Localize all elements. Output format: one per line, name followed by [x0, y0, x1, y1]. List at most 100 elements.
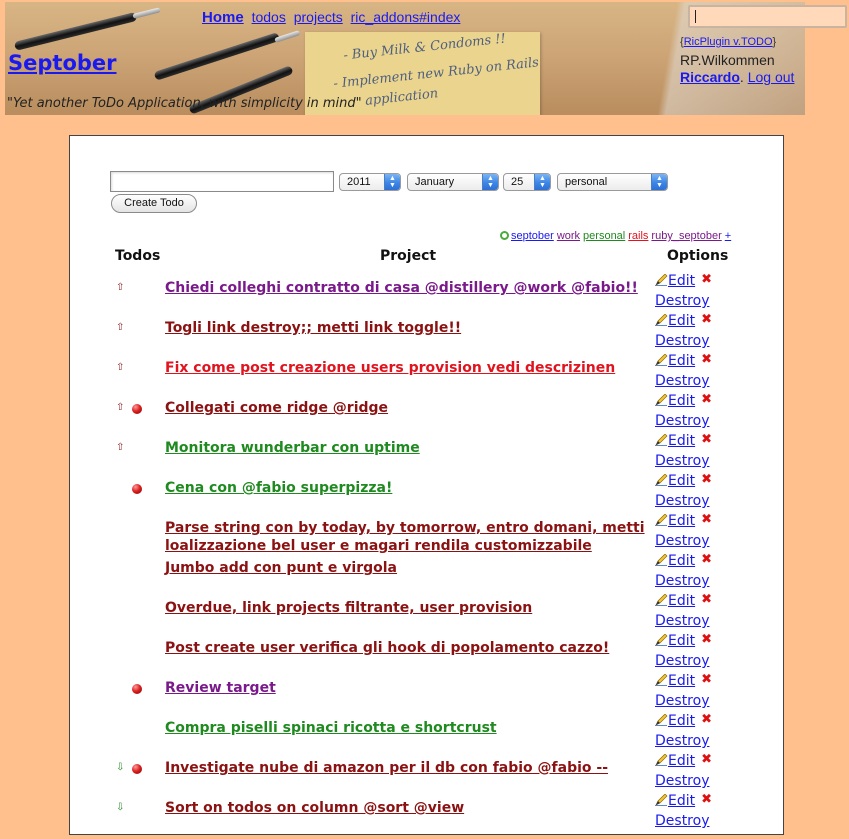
edit-link[interactable]: Edit [668, 393, 695, 409]
plugin-version: {RicPlugin v.TODO} [680, 36, 776, 48]
year-select-value: 2011 [347, 176, 371, 188]
todo-title-link[interactable]: Chiedi colleghi contratto di casa @disti… [165, 279, 650, 297]
destroy-link[interactable]: Destroy [655, 613, 709, 629]
sticky-note-line: application [364, 86, 439, 109]
user-separator: . [739, 69, 748, 85]
todo-title-link[interactable]: Compra piselli spinaci ricotta e shortcr… [165, 719, 650, 737]
search-input[interactable] [688, 5, 847, 28]
nav-home-link[interactable]: Home [202, 9, 244, 26]
destroy-link[interactable]: Destroy [655, 413, 709, 429]
pencil-icon [655, 794, 668, 806]
destroy-link[interactable]: Destroy [655, 373, 709, 389]
day-select[interactable]: 25 ▲ ▼ [503, 173, 551, 191]
delete-icon[interactable]: ✖ [701, 470, 712, 490]
delete-icon[interactable]: ✖ [701, 350, 712, 370]
create-todo-button[interactable]: Create Todo [111, 194, 197, 213]
plugin-link[interactable]: RicPlugin v.TODO [684, 36, 773, 48]
pencil-icon [655, 634, 668, 646]
select-arrows-icon: ▲ ▼ [534, 174, 550, 190]
delete-icon[interactable]: ✖ [701, 630, 712, 650]
pencil-icon [655, 714, 668, 726]
edit-link[interactable]: Edit [668, 593, 695, 609]
project-tag-link[interactable]: septober [511, 230, 554, 242]
destroy-link[interactable]: Destroy [655, 653, 709, 669]
todo-title-link[interactable]: Monitora wunderbar con uptime [165, 439, 650, 457]
project-tag-link[interactable]: rails [628, 230, 648, 242]
column-header-todos: Todos [115, 248, 161, 264]
destroy-link[interactable]: Destroy [655, 693, 709, 709]
project-select-value: personal [565, 176, 608, 188]
todo-title-link[interactable]: Cena con @fabio superpizza! [165, 479, 650, 497]
year-select[interactable]: 2011 ▲ ▼ [339, 173, 401, 191]
delete-icon[interactable]: ✖ [701, 790, 712, 810]
todo-options: Edit ✖ Destroy [655, 310, 712, 351]
todo-title-link[interactable]: Togli link destroy;; metti link toggle!! [165, 319, 650, 337]
new-todo-input[interactable] [110, 171, 334, 192]
logout-link[interactable]: Log out [748, 69, 795, 85]
project-tag-link[interactable]: + [725, 230, 731, 242]
todo-title-link[interactable]: Post create user verifica gli hook di po… [165, 639, 650, 657]
edit-link[interactable]: Edit [668, 713, 695, 729]
tag-container: septober work personal rails ruby_septober + [511, 230, 734, 242]
delete-icon[interactable]: ✖ [701, 550, 712, 570]
sticky-note-line: - Buy Milk & Condoms !! [342, 31, 507, 64]
edit-link[interactable]: Edit [668, 353, 695, 369]
edit-link[interactable]: Edit [668, 313, 695, 329]
todo-title-link[interactable]: Sort on todos on column @sort @view [165, 799, 650, 817]
destroy-link[interactable]: Destroy [655, 453, 709, 469]
brand-link[interactable]: Septober [8, 51, 117, 75]
delete-icon[interactable]: ✖ [701, 310, 712, 330]
todo-title-link[interactable]: Jumbo add con punt e virgola [165, 559, 650, 577]
pencil-icon [655, 394, 668, 406]
destroy-link[interactable]: Destroy [655, 493, 709, 509]
edit-link[interactable]: Edit [668, 433, 695, 449]
todo-options: Edit ✖ Destroy [655, 550, 712, 591]
month-select[interactable]: January ▲ ▼ [407, 173, 499, 191]
destroy-link[interactable]: Destroy [655, 733, 709, 749]
todo-title-link[interactable]: Collegati come ridge @ridge [165, 399, 650, 417]
project-tag-link[interactable]: ruby_septober [651, 230, 721, 242]
destroy-link[interactable]: Destroy [655, 293, 709, 309]
todo-options: Edit ✖ Destroy [655, 630, 712, 671]
destroy-link[interactable]: Destroy [655, 813, 709, 829]
delete-icon[interactable]: ✖ [701, 390, 712, 410]
pen-decoration [13, 11, 138, 51]
todo-title-link[interactable]: Investigate nube di amazon per il db con… [165, 759, 650, 777]
delete-icon[interactable]: ✖ [701, 710, 712, 730]
edit-link[interactable]: Edit [668, 553, 695, 569]
todo-title-link[interactable]: Parse string con by today, by tomorrow, … [165, 519, 650, 555]
project-tag-link[interactable]: work [557, 230, 580, 242]
delete-icon[interactable]: ✖ [701, 270, 712, 290]
todo-options: Edit ✖ Destroy [655, 670, 712, 711]
edit-link[interactable]: Edit [668, 273, 695, 289]
edit-link[interactable]: Edit [668, 673, 695, 689]
nav-todos-link[interactable]: todos [252, 9, 286, 25]
delete-icon[interactable]: ✖ [701, 590, 712, 610]
destroy-link[interactable]: Destroy [655, 333, 709, 349]
edit-link[interactable]: Edit [668, 513, 695, 529]
project-select[interactable]: personal ▲ ▼ [557, 173, 668, 191]
edit-link[interactable]: Edit [668, 633, 695, 649]
todo-title-link[interactable]: Review target [165, 679, 650, 697]
all-projects-radio-icon[interactable] [500, 231, 509, 240]
nav-addons-link[interactable]: ric_addons#index [351, 9, 461, 25]
red-ball-icon [132, 764, 142, 774]
destroy-link[interactable]: Destroy [655, 533, 709, 549]
nav-projects-link[interactable]: projects [294, 9, 343, 25]
edit-link[interactable]: Edit [668, 793, 695, 809]
todo-title-link[interactable]: Fix come post creazione users provision … [165, 359, 650, 377]
edit-link[interactable]: Edit [668, 753, 695, 769]
delete-icon[interactable]: ✖ [701, 670, 712, 690]
pencil-icon [655, 434, 668, 446]
pencil-icon [655, 514, 668, 526]
delete-icon[interactable]: ✖ [701, 750, 712, 770]
project-tag-link[interactable]: personal [583, 230, 625, 242]
delete-icon[interactable]: ✖ [701, 510, 712, 530]
destroy-link[interactable]: Destroy [655, 773, 709, 789]
todo-title-link[interactable]: Overdue, link projects filtrante, user p… [165, 599, 650, 617]
edit-link[interactable]: Edit [668, 473, 695, 489]
select-arrows-icon: ▲ ▼ [384, 174, 400, 190]
user-name-link[interactable]: Riccardo [680, 69, 740, 85]
delete-icon[interactable]: ✖ [701, 430, 712, 450]
destroy-link[interactable]: Destroy [655, 573, 709, 589]
